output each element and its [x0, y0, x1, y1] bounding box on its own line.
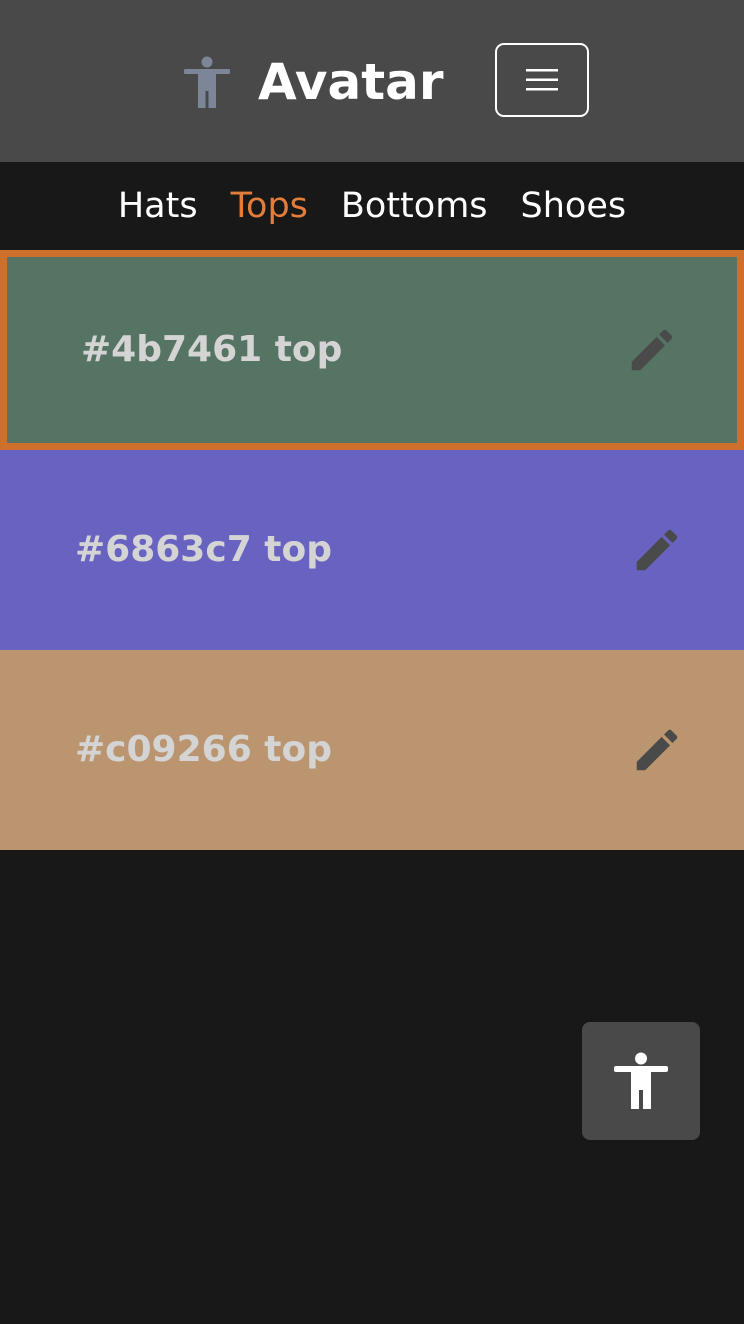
item-list: #4b7461 top #6863c7 top #c09266 top — [0, 250, 744, 850]
app-header: Avatar — [0, 0, 744, 162]
pencil-icon[interactable] — [630, 523, 684, 577]
nav-link-bottoms[interactable]: Bottoms — [341, 184, 488, 228]
nav-link-tops[interactable]: Tops — [231, 184, 308, 228]
nav-link-hats[interactable]: Hats — [118, 184, 198, 228]
list-item[interactable]: #c09266 top — [0, 650, 744, 850]
list-item[interactable]: #4b7461 top — [0, 250, 744, 450]
pencil-icon[interactable] — [625, 323, 679, 377]
list-item[interactable]: #6863c7 top — [0, 450, 744, 650]
item-label: #c09266 top — [75, 729, 332, 770]
accessibility-person-icon — [614, 1052, 668, 1109]
accessibility-person-icon — [182, 55, 232, 109]
category-nav: Hats Tops Bottoms Shoes — [0, 162, 744, 250]
item-label: #4b7461 top — [81, 329, 343, 370]
brand-title[interactable]: Avatar — [258, 50, 444, 114]
nav-link-shoes[interactable]: Shoes — [521, 184, 627, 228]
hamburger-menu-icon — [526, 69, 558, 91]
menu-toggle-button[interactable] — [495, 43, 589, 117]
item-label: #6863c7 top — [75, 529, 332, 570]
pencil-icon[interactable] — [630, 723, 684, 777]
accessibility-button[interactable] — [582, 1022, 700, 1140]
